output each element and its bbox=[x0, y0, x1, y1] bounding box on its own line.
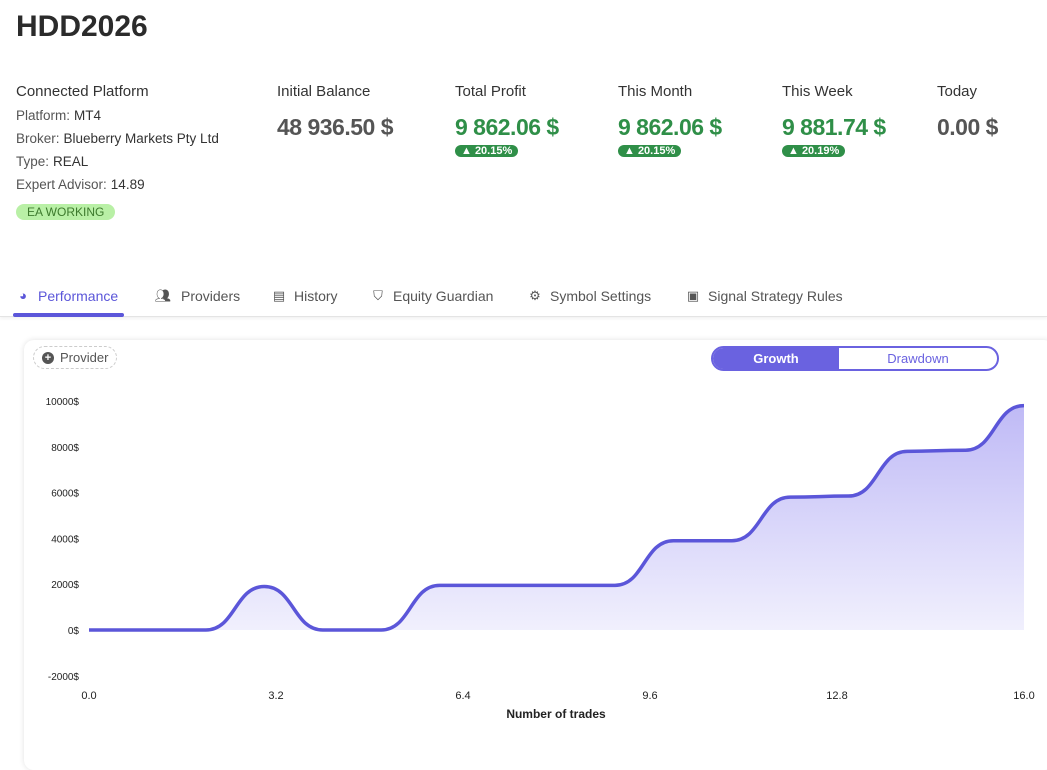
y-tick-label: 2000$ bbox=[51, 580, 79, 591]
x-tick-label: 9.6 bbox=[642, 690, 657, 702]
y-tick-label: 0$ bbox=[68, 626, 80, 637]
y-tick-label: 6000$ bbox=[51, 489, 79, 500]
x-tick-label: 0.0 bbox=[81, 690, 96, 702]
x-tick-label: 3.2 bbox=[268, 690, 283, 702]
y-tick-label: 4000$ bbox=[51, 534, 79, 545]
y-tick-label: 8000$ bbox=[51, 443, 79, 454]
y-tick-label: -2000$ bbox=[48, 672, 80, 683]
x-tick-label: 12.8 bbox=[826, 690, 847, 702]
y-tick-label: 10000$ bbox=[46, 397, 80, 408]
growth-chart: 10000$ 8000$ 6000$ 4000$ 2000$ 0$ -2000$0.0 3.2… bbox=[46, 397, 1035, 721]
x-tick-label: 6.4 bbox=[455, 690, 470, 702]
growth-area bbox=[89, 405, 1024, 630]
x-tick-label: 16.0 bbox=[1013, 690, 1034, 702]
x-axis-label: Number of trades bbox=[506, 707, 606, 721]
